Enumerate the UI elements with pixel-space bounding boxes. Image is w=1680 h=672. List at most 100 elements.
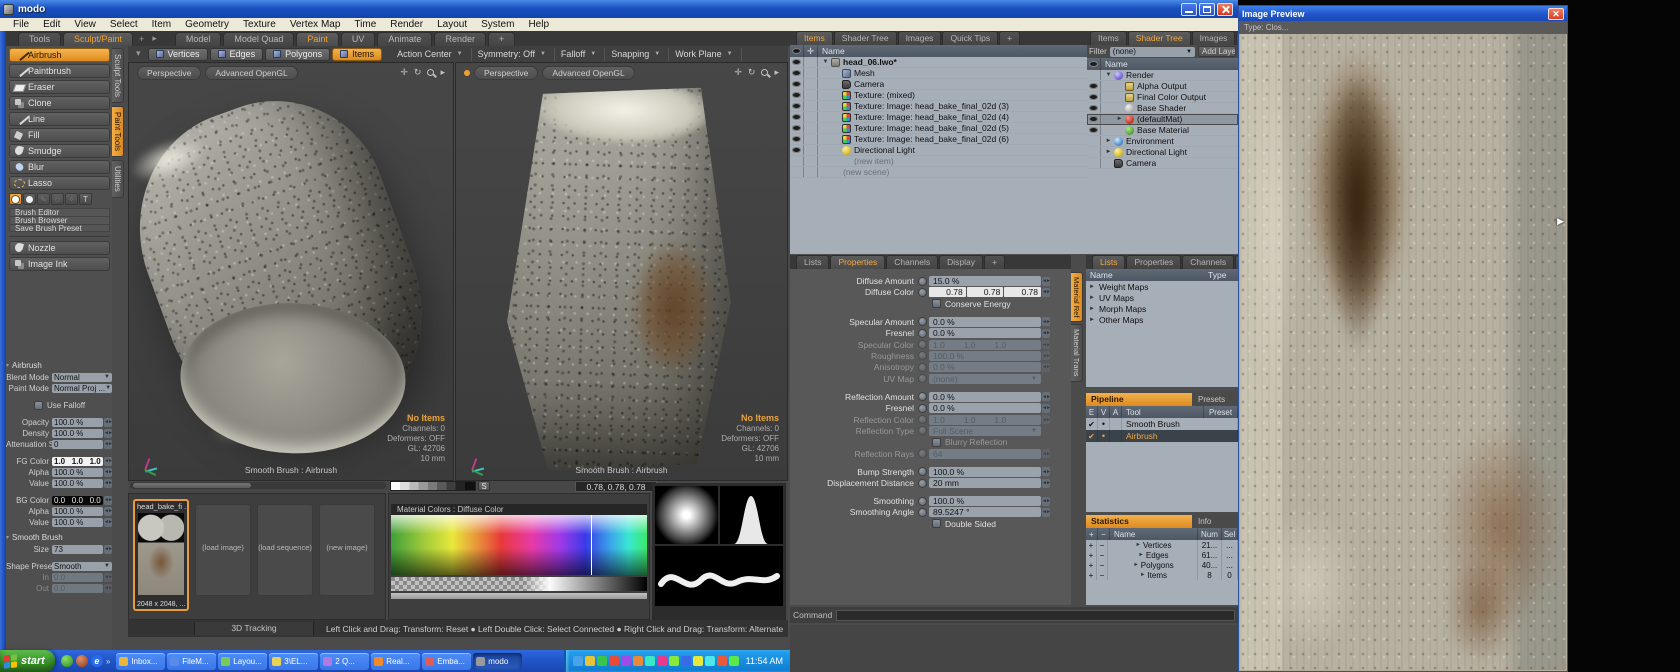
attenuation-stepper[interactable]: [104, 440, 112, 449]
vertex-map-list-row[interactable]: Morph Maps: [1086, 303, 1238, 314]
pan-icon[interactable]: ✛: [734, 67, 742, 78]
menu-item[interactable]: Texture: [236, 18, 283, 31]
item-tree-row[interactable]: Texture: Image: head_bake_final_02d (3): [790, 101, 1087, 112]
menu-item[interactable]: Item: [145, 18, 178, 31]
expander-icon[interactable]: ▼: [821, 59, 830, 65]
palette-side-tab[interactable]: Utilities: [112, 160, 124, 198]
panel-tab[interactable]: Images: [898, 31, 942, 45]
bg-value-stepper[interactable]: [104, 518, 112, 527]
add-selection-button[interactable]: +: [1086, 570, 1097, 580]
displacement-distance-stepper[interactable]: [1042, 479, 1050, 488]
layout-tab[interactable]: UV: [341, 32, 376, 46]
tray-icon[interactable]: [693, 656, 703, 666]
bg-value-field[interactable]: 100.0 %: [52, 518, 103, 527]
toolbar-dropdown[interactable]: Falloff: [555, 48, 605, 61]
saturation-button[interactable]: S: [478, 481, 490, 491]
horizontal-scrollbar[interactable]: [130, 482, 386, 489]
zoom-icon[interactable]: [427, 69, 434, 76]
diffuse-amount-field[interactable]: 15.0 %: [929, 276, 1041, 286]
vertex-map-list-row[interactable]: Weight Maps: [1086, 281, 1238, 292]
fg-value-stepper[interactable]: [104, 479, 112, 488]
pipeline-row[interactable]: ✔ • Smooth Brush: [1086, 418, 1238, 430]
item-tree-row[interactable]: Camera: [790, 79, 1087, 90]
bump-strength-stepper[interactable]: [1042, 467, 1050, 476]
opacity-field[interactable]: 100.0 %: [52, 418, 103, 427]
tray-icon[interactable]: [729, 656, 739, 666]
fg-color-stepper[interactable]: [104, 457, 112, 466]
item-tree-row[interactable]: Texture: Image: head_bake_final_02d (4): [790, 112, 1087, 123]
menu-item[interactable]: Render: [383, 18, 430, 31]
channel-env-icon[interactable]: [918, 288, 927, 297]
viewport-renderer-select[interactable]: Advanced OpenGL: [205, 66, 297, 80]
toolbar-menu-icon[interactable]: ▾: [132, 47, 145, 61]
pipeline-row[interactable]: ✔ • Airbrush: [1086, 430, 1238, 442]
blend-mode-select[interactable]: Normal: [52, 373, 112, 382]
channel-env-icon[interactable]: [918, 317, 927, 326]
stone-mesh-left[interactable]: [128, 70, 454, 466]
taskbar-task-button[interactable]: 3\EL...: [269, 653, 318, 670]
shader-tree-row[interactable]: Base Material: [1087, 125, 1238, 136]
viewport-view-select[interactable]: Perspective: [137, 66, 201, 80]
panel-tab[interactable]: Images: [1192, 31, 1236, 45]
layout-tab[interactable]: Model Quad: [223, 32, 294, 46]
toolbar-dropdown[interactable]: Snapping: [605, 48, 669, 61]
taskbar-task-button[interactable]: Real...: [371, 653, 420, 670]
vertex-map-list-row[interactable]: Other Maps: [1086, 314, 1238, 325]
item-tree-row[interactable]: ▼ head_06.lwo*: [790, 57, 1087, 68]
visibility-eye-icon[interactable]: [792, 103, 801, 109]
brush-action-button[interactable]: Brush Editor: [9, 208, 110, 216]
tray-icon[interactable]: [669, 656, 679, 666]
density-stepper[interactable]: [104, 429, 112, 438]
panel-tab[interactable]: Shader Tree: [834, 31, 897, 45]
smooth-brush-section-header[interactable]: Smooth Brush: [6, 532, 112, 542]
visibility-eye-icon[interactable]: [792, 136, 801, 142]
item-tree-row[interactable]: Texture: Image: head_bake_final_02d (6): [790, 134, 1087, 145]
tray-icon[interactable]: [621, 656, 631, 666]
item-tree-row[interactable]: Directional Light: [790, 145, 1087, 156]
statistics-header[interactable]: Statistics: [1086, 515, 1192, 528]
viewport-renderer-select[interactable]: Advanced OpenGL: [542, 66, 634, 80]
paint-mode-select[interactable]: Normal Proj ...: [52, 384, 112, 393]
pan-icon[interactable]: ✛: [400, 67, 408, 78]
tool-button[interactable]: Blur: [9, 160, 110, 174]
bg-color-field[interactable]: 0.0 0.0 0.0: [52, 496, 103, 505]
add-selection-button[interactable]: +: [1086, 560, 1097, 570]
ink-tool-button[interactable]: Image Ink: [9, 257, 110, 271]
item-tree-row[interactable]: (new item): [790, 156, 1087, 167]
taskbar-task-button[interactable]: modo: [473, 653, 522, 670]
shader-tree-row[interactable]: Camera: [1087, 158, 1238, 169]
rotate-icon[interactable]: ↻: [748, 67, 756, 78]
visibility-eye-icon[interactable]: [1089, 105, 1098, 111]
preview-scroll-arrow-icon[interactable]: ▶: [1557, 216, 1564, 227]
tray-icon[interactable]: [597, 656, 607, 666]
panel-tab[interactable]: Items: [1090, 31, 1127, 45]
value-gradient-strip[interactable]: [391, 577, 647, 591]
tool-button[interactable]: Fill: [9, 128, 110, 142]
tray-icon[interactable]: [645, 656, 655, 666]
taskbar-task-button[interactable]: Layou...: [218, 653, 267, 670]
statistics-row[interactable]: + − Items 8 0: [1086, 570, 1238, 580]
enable-check-icon[interactable]: ✔: [1086, 430, 1098, 442]
shader-tree-row[interactable]: ▼ Render: [1087, 70, 1238, 81]
fg-alpha-field[interactable]: 100.0 %: [52, 468, 103, 477]
shape-preset-select[interactable]: Smooth: [52, 562, 112, 571]
panel-tab[interactable]: Lists: [796, 255, 829, 269]
tray-icon[interactable]: [609, 656, 619, 666]
panel-tab[interactable]: Properties: [830, 255, 885, 269]
visibility-eye-icon[interactable]: [792, 114, 801, 120]
color-value-field[interactable]: 0.78, 0.78, 0.78: [575, 481, 657, 492]
command-input[interactable]: [836, 610, 1235, 621]
tool-button[interactable]: Airbrush: [9, 48, 110, 62]
channel-env-icon[interactable]: [918, 497, 927, 506]
tool-button[interactable]: Lasso: [9, 176, 110, 190]
bg-alpha-field[interactable]: 100.0 %: [52, 507, 103, 516]
expander-icon[interactable]: ▼: [1104, 72, 1113, 78]
remove-selection-button[interactable]: −: [1097, 550, 1108, 560]
layout-tab[interactable]: Render: [434, 32, 486, 46]
toolbar-dropdown[interactable]: Action Center: [391, 48, 471, 61]
shader-tree-row[interactable]: Base Shader: [1087, 103, 1238, 114]
remove-selection-button[interactable]: −: [1097, 540, 1108, 550]
specular-amount-stepper[interactable]: [1042, 317, 1050, 326]
expander-icon[interactable]: ►: [1104, 149, 1113, 155]
taskbar-task-button[interactable]: Inbox...: [116, 653, 165, 670]
